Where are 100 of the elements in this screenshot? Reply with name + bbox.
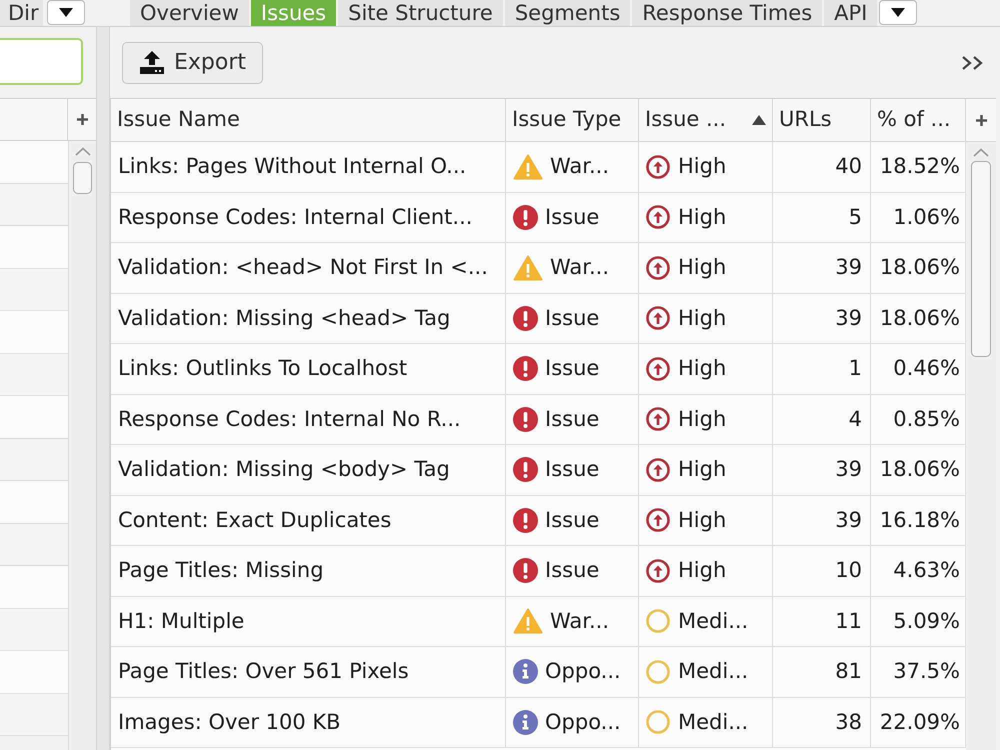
sort-ascending-icon[interactable]	[752, 115, 766, 125]
column-header[interactable]: % of ...	[877, 104, 951, 136]
percent-of-total: 22.09%	[880, 708, 960, 736]
issue-name: Response Codes: Internal No R...	[118, 406, 461, 432]
empty-row[interactable]	[0, 438, 68, 481]
issue-type-label: Issue	[545, 355, 600, 382]
exclamation-circle-icon	[513, 508, 538, 533]
empty-row[interactable]	[0, 651, 68, 694]
empty-row[interactable]	[0, 694, 68, 736]
priority-label: Medi...	[678, 658, 748, 685]
up-arrow-circle-icon	[646, 508, 670, 532]
issue-name: Validation: <head> Not First In <...	[118, 254, 488, 281]
caret-down-icon	[891, 8, 906, 17]
tab[interactable]: Site Structure	[338, 0, 503, 26]
issue-type-label: Issue	[545, 304, 600, 332]
empty-row[interactable]	[0, 608, 68, 651]
issue-name: Response Codes: Internal Client...	[118, 204, 472, 230]
percent-of-total: 4.63%	[893, 557, 960, 584]
priority-label: High	[678, 204, 726, 230]
warning-icon	[513, 154, 543, 180]
issue-type-label: Issue	[545, 557, 600, 584]
up-arrow-circle-icon	[646, 458, 670, 482]
issue-type-label: Oppo...	[545, 658, 621, 685]
priority-label: Medi...	[678, 608, 748, 634]
plus-icon[interactable]	[76, 114, 88, 125]
search-field[interactable]	[0, 38, 83, 85]
url-count: 39	[835, 456, 862, 483]
info-icon	[513, 710, 538, 735]
warning-icon	[513, 254, 543, 281]
tab[interactable]: API	[824, 0, 878, 26]
tab[interactable]: Overview	[130, 0, 249, 26]
column-header[interactable]: Issue ...	[645, 104, 726, 136]
up-arrow-circle-icon	[646, 356, 670, 381]
tab[interactable]: Response Times	[632, 0, 822, 26]
empty-row[interactable]	[0, 184, 68, 226]
issue-name: Content: Exact Duplicates	[118, 506, 392, 534]
ring-icon	[646, 660, 670, 684]
exclamation-circle-icon	[513, 457, 538, 482]
issue-type-label: Issue	[545, 456, 600, 483]
column-header[interactable]: URLs	[779, 104, 832, 136]
url-count: 39	[835, 254, 862, 281]
percent-of-total: 18.06%	[880, 254, 960, 281]
empty-row[interactable]	[0, 268, 68, 311]
dropdown-button[interactable]	[879, 0, 918, 25]
upload-icon	[139, 51, 165, 74]
issue-name: Page Titles: Missing	[118, 557, 324, 584]
up-arrow-circle-icon	[646, 306, 670, 330]
up-arrow-circle-icon	[646, 256, 670, 280]
splitter-bar[interactable]	[96, 27, 110, 750]
export-button[interactable]: Export	[122, 42, 264, 84]
issue-name: Validation: Missing <body> Tag	[118, 456, 450, 483]
issue-type-label: War...	[550, 608, 610, 634]
url-count: 38	[835, 708, 862, 736]
warning-icon	[513, 608, 543, 634]
tab[interactable]: Segments	[504, 0, 630, 26]
empty-row[interactable]	[0, 566, 68, 608]
scrollbar-track[interactable]	[966, 142, 996, 750]
scroll-up-icon[interactable]	[74, 147, 90, 156]
empty-row[interactable]	[0, 396, 68, 438]
percent-of-total: 5.09%	[893, 608, 960, 634]
scrollbar-thumb[interactable]	[73, 162, 92, 194]
empty-row[interactable]	[0, 226, 68, 268]
issue-type-label: War...	[550, 153, 610, 180]
plus-icon[interactable]	[976, 114, 986, 126]
dropdown-button[interactable]	[46, 0, 85, 25]
issue-type-label: Issue	[545, 204, 600, 230]
column-header[interactable]: Issue Name	[117, 104, 240, 136]
scrollbar-thumb[interactable]	[971, 161, 991, 357]
issue-name: Links: Pages Without Internal O...	[118, 153, 466, 180]
priority-label: High	[678, 304, 726, 332]
exclamation-circle-icon	[513, 558, 538, 584]
issue-name: Links: Outlinks To Localhost	[118, 355, 408, 382]
percent-of-total: 0.46%	[893, 355, 960, 382]
percent-of-total: 37.5%	[893, 658, 960, 685]
column-header[interactable]: Issue Type	[512, 104, 622, 136]
url-count: 40	[835, 153, 862, 180]
url-count: 81	[835, 658, 862, 685]
url-count: 10	[835, 557, 862, 584]
exclamation-circle-icon	[513, 204, 538, 230]
percent-of-total: 1.06%	[893, 204, 960, 230]
up-arrow-circle-icon	[646, 205, 670, 230]
up-arrow-circle-icon	[646, 154, 670, 179]
empty-row[interactable]	[0, 311, 68, 354]
up-arrow-circle-icon	[646, 558, 670, 583]
empty-row[interactable]	[0, 141, 68, 184]
percent-of-total: 18.06%	[880, 456, 960, 483]
ring-icon	[646, 710, 670, 734]
percent-of-total: 18.06%	[880, 304, 960, 332]
priority-label: High	[678, 557, 726, 584]
empty-row[interactable]	[0, 524, 68, 566]
url-count: 5	[848, 204, 862, 230]
tab[interactable]: Dir	[0, 0, 43, 26]
exclamation-circle-icon	[513, 406, 538, 432]
scroll-up-icon[interactable]	[973, 148, 989, 157]
issue-type-label: Issue	[545, 506, 600, 534]
caret-down-icon	[58, 8, 73, 17]
double-chevron-right-icon[interactable]	[961, 54, 985, 70]
empty-row[interactable]	[0, 481, 68, 524]
empty-row[interactable]	[0, 354, 68, 396]
issue-type-label: Issue	[545, 406, 600, 432]
